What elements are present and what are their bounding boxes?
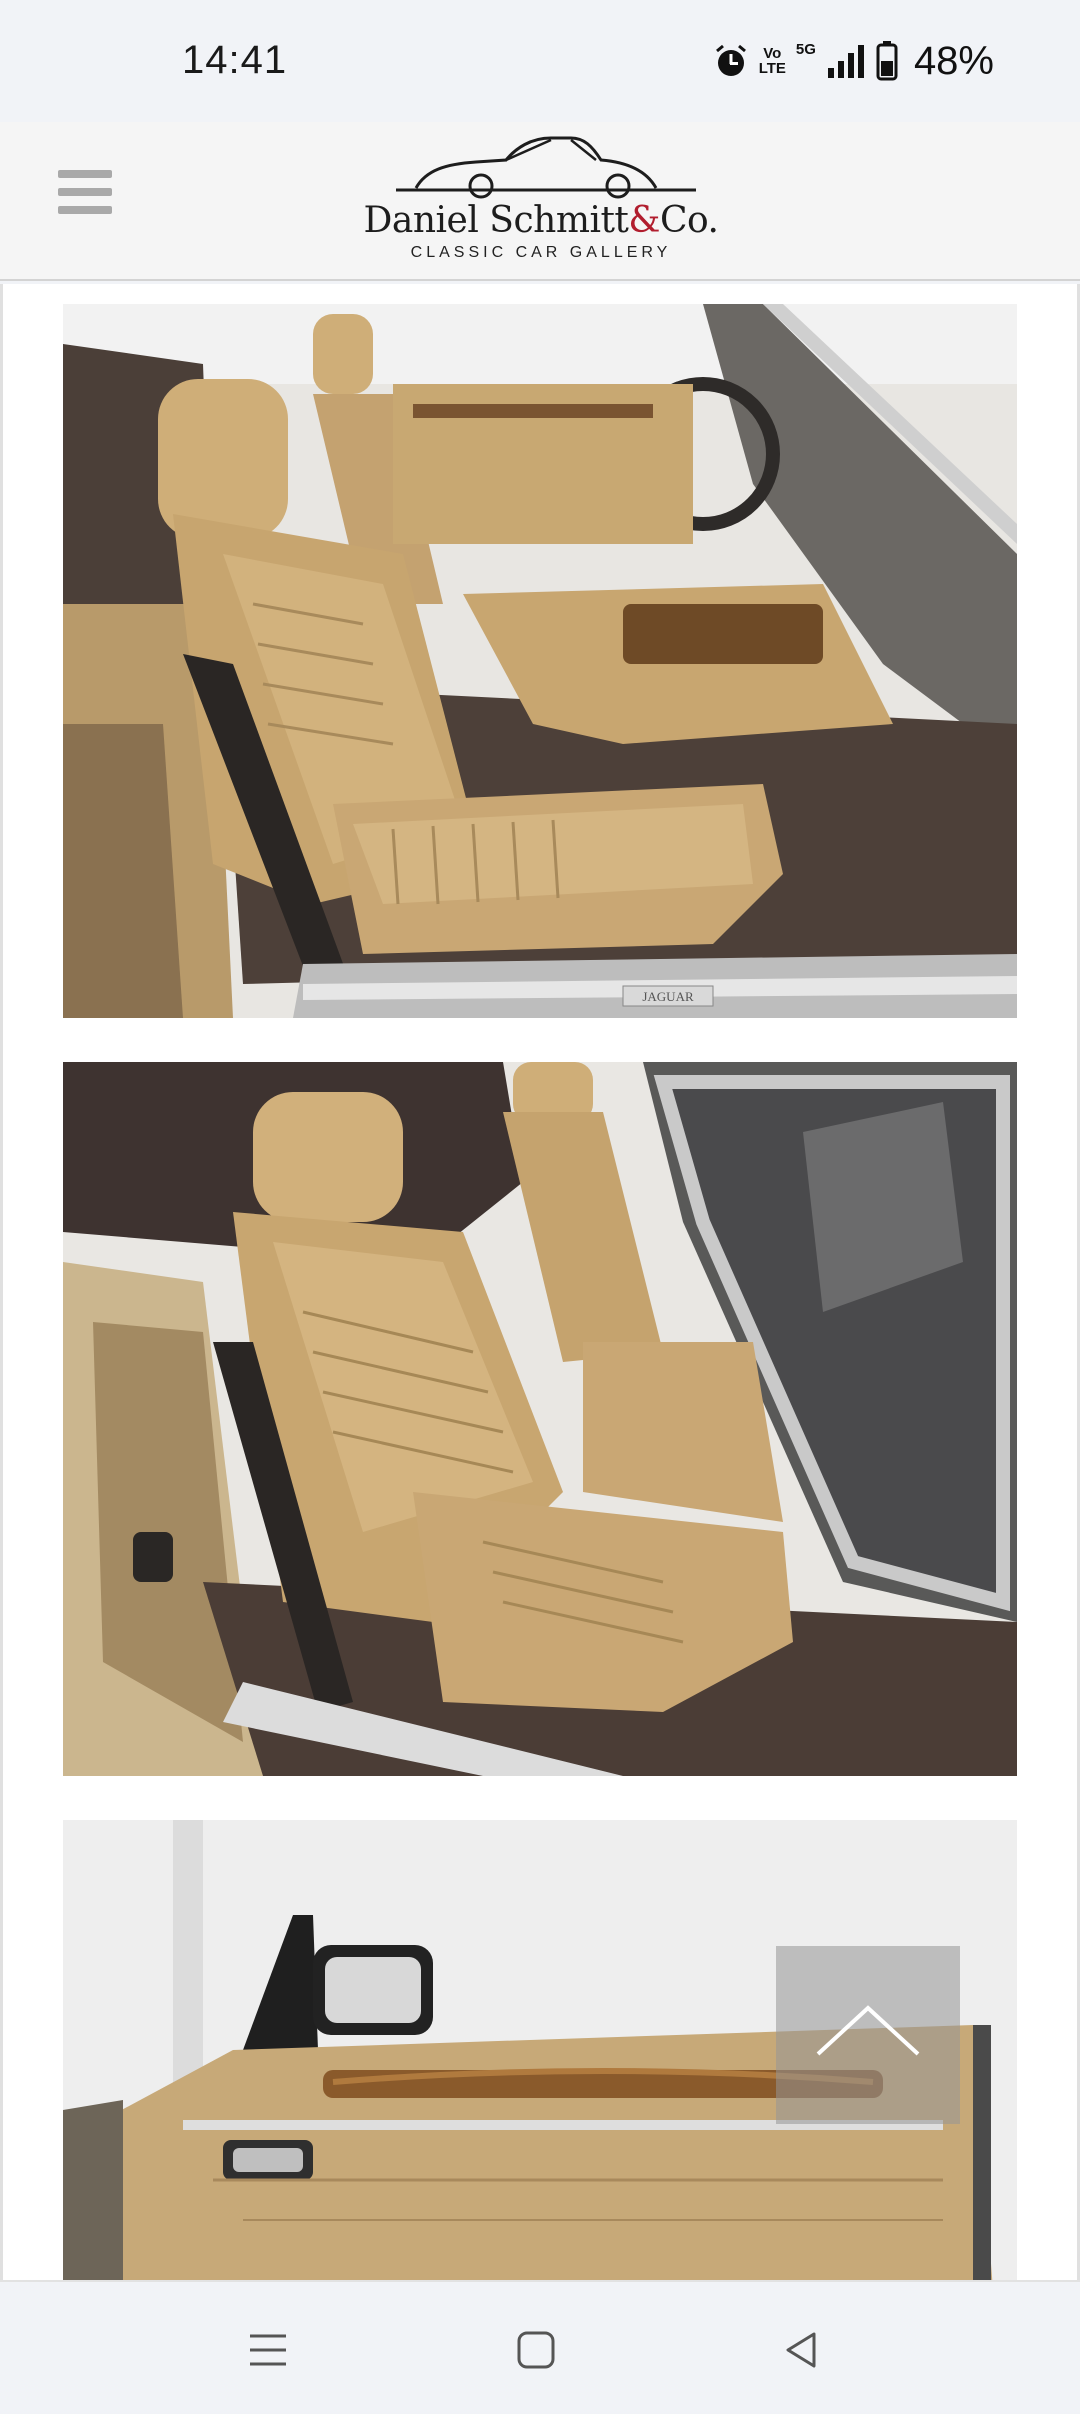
- gallery-photo-2[interactable]: [63, 1062, 1017, 1776]
- site-logo[interactable]: Daniel Schmitt&Co. CLASSIC CAR GALLERY: [356, 130, 726, 272]
- alarm-icon: [715, 44, 746, 76]
- signal-icon: [827, 45, 864, 78]
- status-icons: Vo LTE 5G 48%: [713, 36, 994, 86]
- back-icon[interactable]: [772, 2322, 832, 2378]
- scroll-to-top-button[interactable]: [776, 1946, 960, 2124]
- home-icon[interactable]: [506, 2322, 566, 2378]
- volte-icon: Vo LTE: [758, 45, 786, 77]
- status-bar: 14:41 Vo LTE 5G 48%: [0, 0, 1080, 122]
- system-nav-bar: [0, 2280, 1080, 2414]
- status-time: 14:41: [182, 38, 288, 82]
- hamburger-menu-icon[interactable]: [58, 170, 112, 218]
- recent-apps-icon[interactable]: [238, 2322, 298, 2378]
- sill-badge-text: JAGUAR: [642, 989, 694, 1004]
- logo-tagline: CLASSIC CAR GALLERY: [410, 244, 672, 261]
- gallery-photo-1[interactable]: JAGUAR: [63, 304, 1017, 1018]
- logo-brand-name: Daniel Schmitt&Co.: [363, 200, 719, 241]
- battery-icon: [876, 41, 898, 81]
- battery-percent: 48%: [913, 38, 994, 83]
- chevron-up-icon: [816, 2005, 920, 2056]
- site-header: Daniel Schmitt&Co. CLASSIC CAR GALLERY: [0, 122, 1080, 281]
- network-type: 5G: [795, 40, 816, 58]
- classic-car-logo-icon: [396, 136, 696, 199]
